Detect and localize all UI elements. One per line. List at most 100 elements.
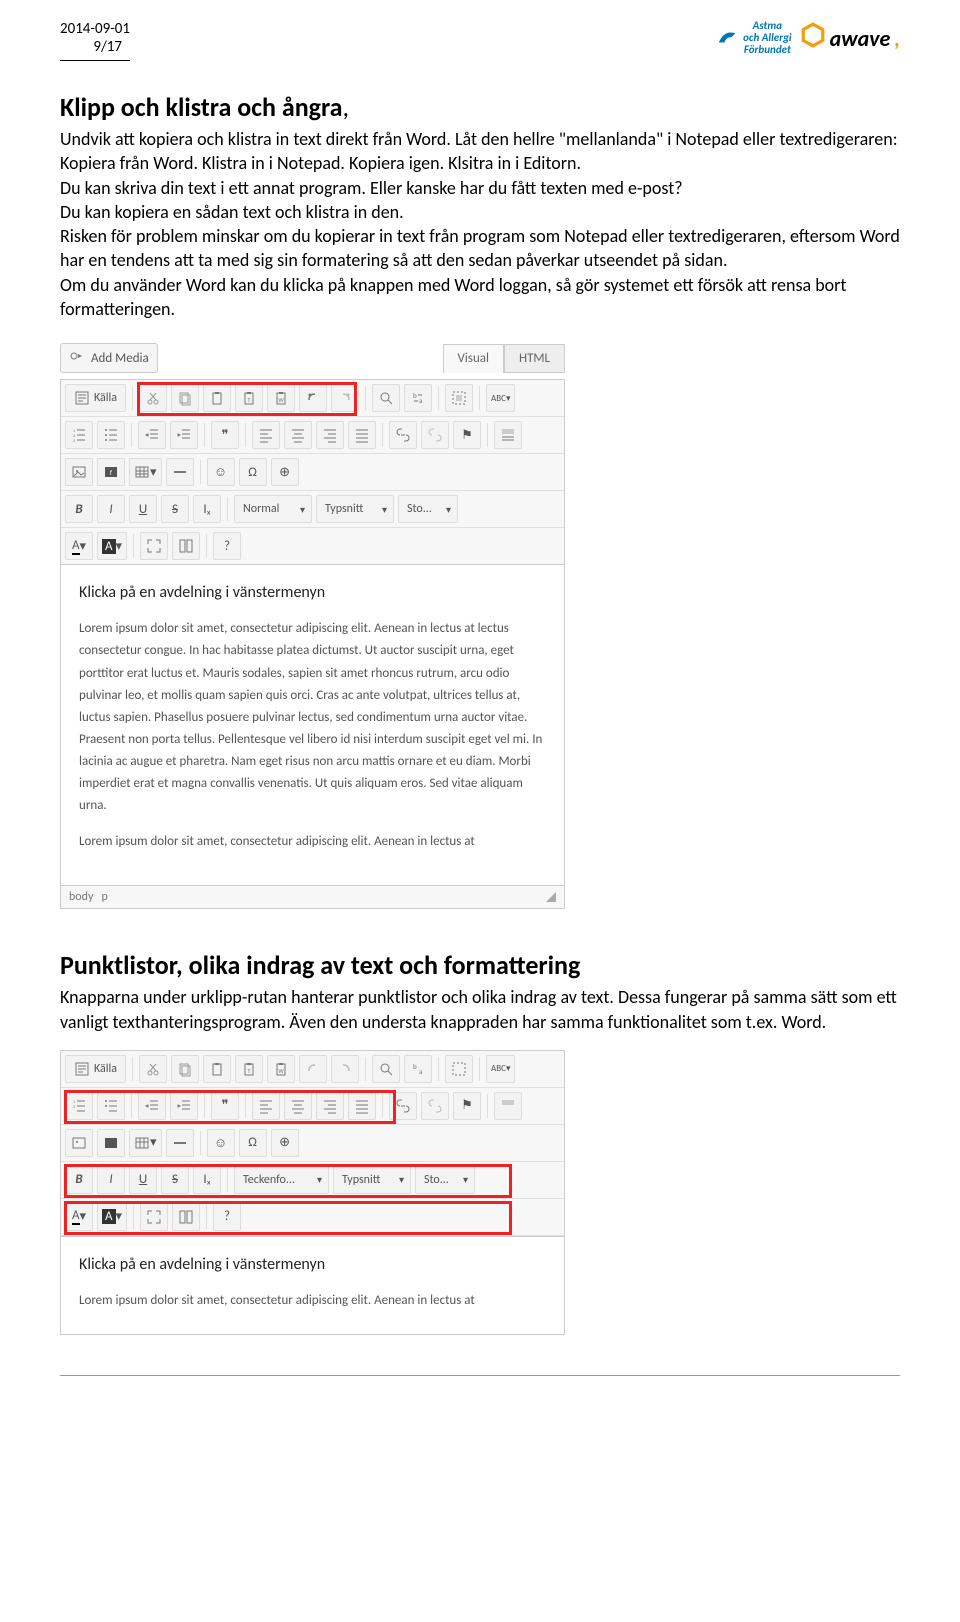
unlink-button[interactable] [421,421,449,449]
replace-button[interactable]: ba [404,1055,432,1083]
image-button[interactable] [65,1129,93,1157]
spellcheck-button[interactable]: ABC▾ [486,1055,515,1083]
align-left-button[interactable] [252,1092,280,1120]
image-button[interactable] [65,458,93,486]
numbered-list-button[interactable]: 12 [65,1092,93,1120]
more-button[interactable] [494,1092,522,1120]
paste-text-button[interactable]: T [235,384,263,412]
copy-button[interactable] [171,384,199,412]
bold-button[interactable]: B [65,1166,93,1194]
blockquote-button[interactable]: ❞ [211,421,239,449]
hr-button[interactable] [166,1129,194,1157]
anchor-button[interactable]: ⚑ [453,1092,481,1120]
redo-button[interactable] [331,1055,359,1083]
indent-button[interactable] [170,421,198,449]
specialchar-button[interactable]: Ω [239,1129,267,1157]
paste-button[interactable] [203,384,231,412]
spellcheck-button[interactable]: ABC▾ [486,384,515,412]
align-left-button[interactable] [252,421,280,449]
numbered-list-button[interactable]: 123 [65,421,93,449]
hr-button[interactable] [166,458,194,486]
source-button[interactable]: Källa [65,384,126,412]
bold-button[interactable]: B [65,495,93,523]
size-select[interactable]: Sto... [415,1166,475,1194]
link-button[interactable] [389,1092,417,1120]
add-media-button[interactable]: Add Media [60,343,158,373]
link-button[interactable] [389,421,417,449]
blockquote-button[interactable]: ❞ [211,1092,239,1120]
italic-button[interactable]: I [97,495,125,523]
about-button[interactable]: ? [213,532,241,560]
table-button[interactable]: ▾ [129,1129,162,1157]
smiley-button[interactable]: ☺ [207,1129,235,1157]
cut-button[interactable] [139,1055,167,1083]
tab-visual[interactable]: Visual [443,344,504,373]
source-button[interactable]: Källa [65,1055,126,1083]
indent-button[interactable] [170,1092,198,1120]
table-button[interactable]: ▾ [129,458,162,486]
selectall-button[interactable] [445,1055,473,1083]
about-button[interactable]: ? [213,1203,241,1231]
editor-content-area-2[interactable]: Klicka på en avdelning i vänstermenyn Lo… [60,1237,565,1335]
specialchar-button[interactable]: Ω [239,458,267,486]
maximize-button[interactable] [140,1203,168,1231]
undo-button[interactable] [299,1055,327,1083]
format-select[interactable]: Teckenfo... [234,1166,329,1194]
unlink-button[interactable] [421,1092,449,1120]
undo-button[interactable] [299,384,327,412]
showblocks-button[interactable] [172,1203,200,1231]
underline-button[interactable]: U [129,1166,157,1194]
selectall-button[interactable] [445,384,473,412]
outdent-button[interactable] [138,421,166,449]
removeformat-button[interactable]: Iₓ [193,495,221,523]
tab-html[interactable]: HTML [504,344,565,373]
align-right-button[interactable] [316,1092,344,1120]
underline-button[interactable]: U [129,495,157,523]
strike-button[interactable]: S [161,495,189,523]
paste-word-button[interactable]: W [267,384,295,412]
cut-button[interactable] [139,384,167,412]
path-p[interactable]: p [102,890,108,904]
redo-button[interactable] [331,384,359,412]
flash-button[interactable]: f [97,458,125,486]
replace-button[interactable]: ba [404,384,432,412]
paste-button[interactable] [203,1055,231,1083]
bullet-list-button[interactable] [97,421,125,449]
size-select[interactable]: Sto... [398,495,458,523]
font-select[interactable]: Typsnitt [316,495,394,523]
align-justify-button[interactable] [348,421,376,449]
bullet-list-button[interactable] [97,1092,125,1120]
paste-text-button[interactable]: T [235,1055,263,1083]
editor-content-area[interactable]: Klicka på en avdelning i vänstermenyn Lo… [60,565,565,886]
align-justify-button[interactable] [348,1092,376,1120]
copy-button[interactable] [171,1055,199,1083]
bgcolor-button[interactable]: A▾ [97,1203,127,1231]
align-right-button[interactable] [316,421,344,449]
toolbar-row-4: B I U S Iₓ Normal Typsnitt Sto... [61,491,564,528]
strike-button[interactable]: S [161,1166,189,1194]
removeformat-button[interactable]: Iₓ [193,1166,221,1194]
find-button[interactable] [372,384,400,412]
paste-word-button[interactable]: W [267,1055,295,1083]
page-header: 2014-09-01 9/17 Astma och Allergi Förbun… [60,20,900,61]
path-body[interactable]: body [69,890,93,904]
flash-button[interactable] [97,1129,125,1157]
resize-handle-icon[interactable] [546,892,556,902]
textcolor-button[interactable]: A▾ [65,1203,93,1231]
more-button[interactable] [494,421,522,449]
textcolor-button[interactable]: A▾ [65,532,93,560]
italic-button[interactable]: I [97,1166,125,1194]
format-select[interactable]: Normal [234,495,312,523]
smiley-button[interactable]: ☺ [207,458,235,486]
outdent-button[interactable] [138,1092,166,1120]
maximize-button[interactable] [140,532,168,560]
iframe-button[interactable]: ⊕ [271,458,299,486]
anchor-button[interactable]: ⚑ [453,421,481,449]
iframe-button[interactable]: ⊕ [271,1129,299,1157]
font-select[interactable]: Typsnitt [333,1166,411,1194]
showblocks-button[interactable] [172,532,200,560]
bgcolor-button[interactable]: A▾ [97,532,127,560]
align-center-button[interactable] [284,1092,312,1120]
align-center-button[interactable] [284,421,312,449]
find-button[interactable] [372,1055,400,1083]
